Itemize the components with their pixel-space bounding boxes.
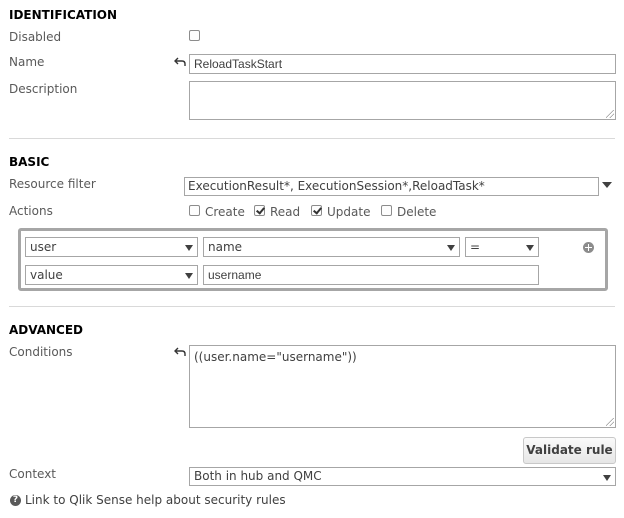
chevron-down-icon[interactable]	[602, 182, 612, 188]
name-label: Name	[9, 55, 45, 69]
context-select[interactable]: Both in hub and QMC	[189, 467, 616, 486]
description-label: Description	[9, 82, 78, 96]
actions-label: Actions	[9, 204, 53, 218]
disabled-label: Disabled	[9, 30, 62, 44]
conditions-label: Conditions	[9, 345, 73, 359]
property-value: name	[208, 240, 243, 254]
resource-filter-value: ExecutionResult*, ExecutionSession*,Relo…	[188, 179, 485, 193]
help-link[interactable]: Link to Qlik Sense help about security r…	[25, 493, 286, 507]
create-checkbox[interactable]	[189, 205, 200, 216]
delete-label: Delete	[397, 205, 437, 219]
update-label: Update	[327, 205, 371, 219]
chevron-down-icon	[526, 245, 534, 251]
question-circle-icon[interactable]: ?	[10, 495, 21, 506]
resize-grip-icon[interactable]	[606, 418, 614, 426]
read-label: Read	[270, 205, 301, 219]
advanced-heading: ADVANCED	[9, 323, 84, 337]
type-select[interactable]: value	[25, 265, 198, 285]
value-input[interactable]	[203, 265, 539, 285]
identification-heading: IDENTIFICATION	[9, 8, 118, 22]
resource-filter-label: Resource filter	[9, 177, 96, 191]
section-divider	[9, 306, 615, 307]
resize-grip-icon[interactable]	[606, 110, 614, 118]
conditions-value: ((user.name="username"))	[194, 350, 357, 364]
chevron-down-icon	[185, 273, 193, 279]
property-select[interactable]: name	[203, 237, 460, 257]
conditions-textarea[interactable]: ((user.name="username"))	[189, 345, 616, 428]
subject-value: user	[30, 240, 57, 254]
chevron-down-icon	[603, 474, 611, 481]
type-value: value	[30, 268, 63, 282]
chevron-down-icon	[447, 245, 455, 251]
basic-heading: BASIC	[9, 155, 50, 169]
operator-value: =	[470, 240, 481, 254]
context-value: Both in hub and QMC	[194, 469, 322, 483]
name-input[interactable]	[189, 54, 616, 74]
validate-rule-button[interactable]: Validate rule	[523, 437, 616, 464]
context-label: Context	[9, 467, 57, 481]
undo-arrow-icon[interactable]	[174, 347, 186, 357]
read-checkbox[interactable]	[254, 205, 265, 216]
disabled-checkbox[interactable]	[189, 30, 200, 41]
description-textarea[interactable]	[189, 81, 616, 120]
chevron-down-icon	[185, 245, 193, 251]
resource-filter-input[interactable]: ExecutionResult*, ExecutionSession*,Relo…	[184, 177, 599, 196]
operator-select[interactable]: =	[465, 237, 539, 257]
delete-checkbox[interactable]	[381, 205, 392, 216]
undo-arrow-icon[interactable]	[174, 57, 186, 67]
update-checkbox[interactable]	[311, 205, 322, 216]
section-divider	[9, 138, 615, 139]
plus-circle-icon[interactable]	[583, 242, 594, 253]
subject-select[interactable]: user	[25, 237, 198, 257]
create-label: Create	[205, 205, 245, 219]
